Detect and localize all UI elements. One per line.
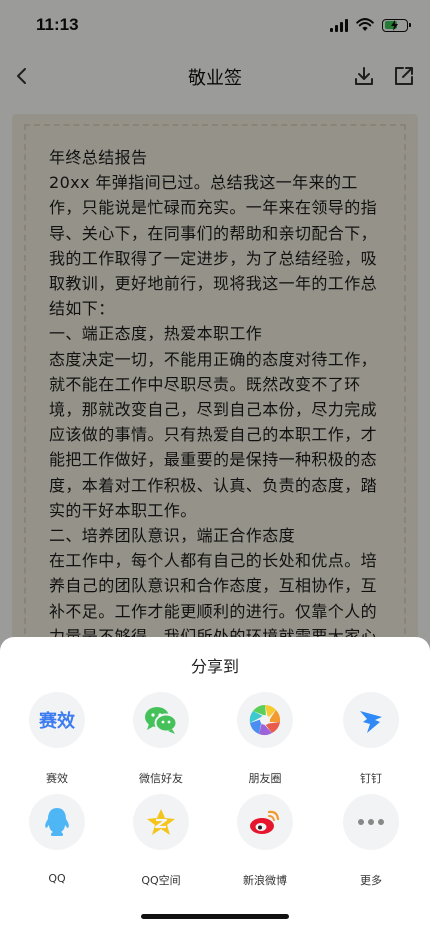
share-label: QQ: [48, 872, 66, 885]
share-saixiao[interactable]: 赛效 赛效: [9, 692, 105, 786]
qzone-icon: [133, 794, 189, 850]
share-label: 更多: [360, 874, 382, 887]
share-label: 新浪微博: [243, 874, 287, 887]
share-label: 钉钉: [360, 772, 382, 785]
weibo-icon: [237, 794, 293, 850]
saixiao-logo-icon: 赛效: [29, 692, 85, 748]
share-sheet-title: 分享到: [190, 657, 239, 676]
home-indicator: [141, 914, 289, 919]
qq-icon: [29, 794, 85, 850]
dingtalk-icon: [343, 692, 399, 748]
share-wechat-friends[interactable]: 微信好友: [113, 692, 209, 786]
share-dingtalk[interactable]: 钉钉: [323, 692, 419, 786]
share-moments[interactable]: 朋友圈: [217, 692, 313, 786]
share-more[interactable]: 更多: [323, 794, 419, 888]
more-icon: [343, 794, 399, 850]
share-qq[interactable]: QQ: [9, 794, 105, 885]
wechat-icon: [133, 692, 189, 748]
moments-icon: [237, 692, 293, 748]
share-label: 朋友圈: [248, 772, 282, 785]
share-label: 微信好友: [139, 772, 183, 785]
share-sheet: 分享到 赛效 赛效 微信好友 朋友圈 钉钉 QQ QQ空间 新浪微博 更多: [0, 637, 430, 930]
share-label: 赛效: [46, 772, 68, 785]
share-label: QQ空间: [141, 874, 181, 887]
share-weibo[interactable]: 新浪微博: [217, 794, 313, 888]
share-qzone[interactable]: QQ空间: [113, 794, 209, 888]
